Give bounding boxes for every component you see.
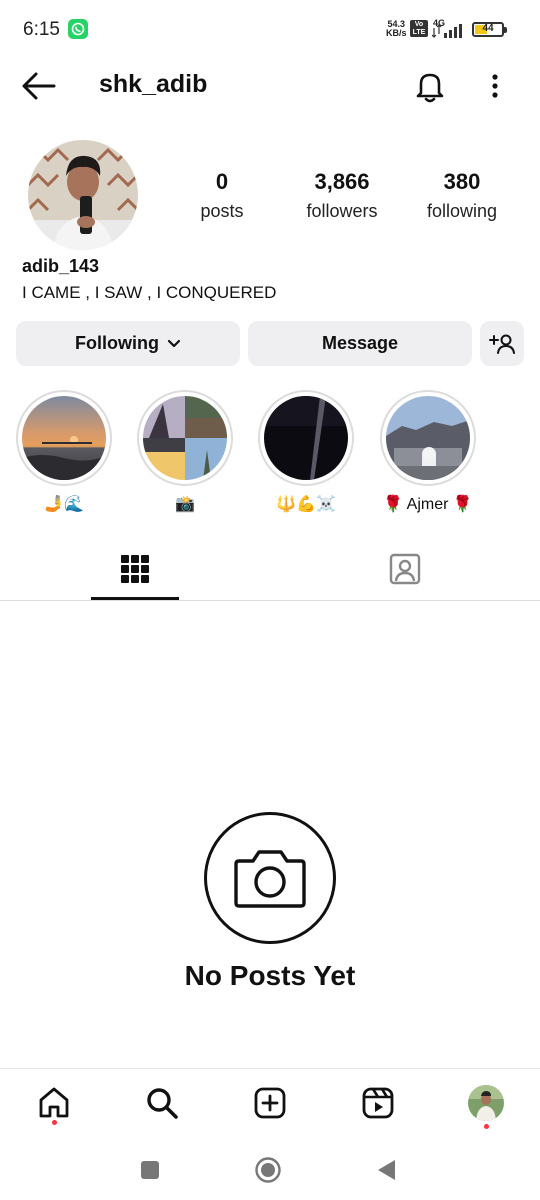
system-nav-bar xyxy=(0,1140,540,1200)
highlight-ring xyxy=(380,390,476,486)
create-icon xyxy=(254,1087,286,1119)
highlight-cover xyxy=(264,396,348,480)
suggest-users-button[interactable] xyxy=(480,321,524,366)
posts-count: 0 xyxy=(215,169,229,194)
highlight-ring xyxy=(258,390,354,486)
story-highlight[interactable]: 🤳🌊 xyxy=(16,390,112,514)
following-count: 380 xyxy=(443,169,481,194)
highlight-label: 🔱💪☠️ xyxy=(276,496,336,513)
followers-count: 3,866 xyxy=(314,169,370,194)
nav-create[interactable] xyxy=(250,1083,290,1123)
status-time: 6:15 xyxy=(23,19,60,40)
highlight-cover xyxy=(143,396,227,480)
empty-state-circle xyxy=(204,812,336,944)
story-highlight[interactable]: 🔱💪☠️ xyxy=(258,390,354,514)
back-system-button[interactable] xyxy=(368,1152,404,1188)
home-notification-dot xyxy=(52,1120,57,1125)
highlight-ring xyxy=(16,390,112,486)
volte-icon: Vo LTE xyxy=(410,20,428,37)
signal-icon xyxy=(432,24,462,38)
add-user-icon xyxy=(489,334,515,354)
stat-followers[interactable]: 3,866 followers xyxy=(292,168,392,226)
story-highlight[interactable]: 📸 xyxy=(137,390,233,514)
profile-tabs xyxy=(0,538,540,601)
search-icon xyxy=(147,1088,178,1119)
nav-search[interactable] xyxy=(142,1083,182,1123)
posts-label: posts xyxy=(200,201,244,221)
bell-icon xyxy=(416,73,444,103)
profile-avatar[interactable] xyxy=(28,140,138,250)
notifications-button[interactable] xyxy=(412,68,448,104)
triangle-back-icon xyxy=(378,1160,395,1180)
story-highlight[interactable]: 🌹 Ajmer 🌹 xyxy=(380,390,476,514)
highlight-label: 🤳🌊 xyxy=(44,496,84,513)
whatsapp-icon xyxy=(68,19,88,39)
nav-home[interactable] xyxy=(34,1083,74,1123)
chevron-down-icon xyxy=(167,339,181,347)
battery-cap xyxy=(504,27,507,33)
active-tab-indicator xyxy=(91,597,179,600)
empty-state-title: No Posts Yet xyxy=(184,960,356,991)
following-button-label: Following xyxy=(75,333,159,353)
reels-icon xyxy=(362,1087,394,1119)
message-button-label: Message xyxy=(321,333,399,353)
back-arrow-icon xyxy=(22,72,56,100)
back-button[interactable] xyxy=(18,68,58,104)
net-speed-unit: KB/s xyxy=(386,28,407,38)
tagged-icon xyxy=(389,553,421,585)
more-options-button[interactable] xyxy=(482,68,508,104)
bottom-nav xyxy=(0,1068,540,1140)
more-vertical-icon xyxy=(492,74,498,98)
highlight-label: 🌹 Ajmer 🌹 xyxy=(383,496,473,513)
highlight-label: 📸 xyxy=(175,496,195,513)
message-button[interactable]: Message xyxy=(248,321,472,366)
profile-avatar-small xyxy=(468,1085,504,1121)
followers-label: followers xyxy=(306,201,378,221)
following-button[interactable]: Following xyxy=(16,321,240,366)
battery-icon: 44 xyxy=(472,22,507,37)
stat-following[interactable]: 380 following xyxy=(412,168,512,226)
profile-header: shk_adib xyxy=(0,56,540,116)
stat-posts[interactable]: 0 posts xyxy=(182,168,262,226)
volte-bottom: LTE xyxy=(412,29,426,36)
grid-icon xyxy=(121,555,149,583)
following-label: following xyxy=(426,201,498,221)
recents-button[interactable] xyxy=(132,1152,168,1188)
highlight-ring xyxy=(137,390,233,486)
circle-icon xyxy=(255,1157,281,1183)
nav-reels[interactable] xyxy=(358,1083,398,1123)
profile-bio: I CAME , I SAW , I CONQUERED xyxy=(22,283,277,302)
profile-notification-dot xyxy=(484,1124,489,1129)
home-icon xyxy=(39,1087,69,1118)
nav-profile[interactable] xyxy=(466,1083,506,1123)
tab-posts-grid[interactable] xyxy=(90,538,180,600)
volte-top: Vo xyxy=(414,21,424,28)
square-icon xyxy=(141,1161,159,1179)
battery-level: 44 xyxy=(482,23,494,34)
highlight-cover xyxy=(386,396,470,480)
highlight-cover xyxy=(22,396,106,480)
profile-username: shk_adib xyxy=(99,70,208,98)
home-system-button[interactable] xyxy=(250,1152,286,1188)
profile-name: adib_143 xyxy=(22,256,100,276)
tab-tagged[interactable] xyxy=(360,538,450,600)
camera-icon xyxy=(234,850,306,908)
net-speed: 54.3 KB/s xyxy=(386,20,407,38)
status-bar: 6:15 54.3 KB/s Vo LTE 4G 44 xyxy=(0,0,540,60)
